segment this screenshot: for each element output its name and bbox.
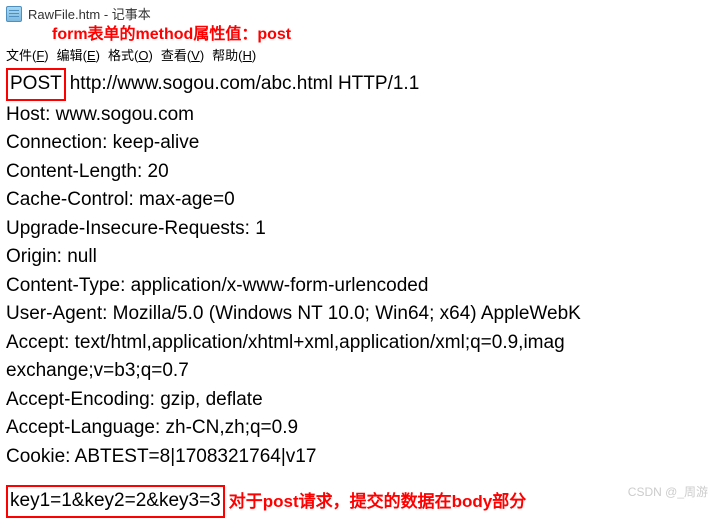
header-line: Content-Type: application/x-www-form-url… xyxy=(6,272,710,301)
header-line: Cache-Control: max-age=0 xyxy=(6,186,710,215)
body-annotation: 对于post请求，提交的数据在body部分 xyxy=(229,489,527,515)
header-line: User-Agent: Mozilla/5.0 (Windows NT 10.0… xyxy=(6,300,710,329)
header-line: exchange;v=b3;q=0.7 xyxy=(6,357,710,386)
menu-edit[interactable]: 编辑(E) xyxy=(57,45,100,64)
menubar: 文件(F) 编辑(E) 格式(O) 查看(V) 帮助(H) xyxy=(0,43,716,66)
header-line: Origin: null xyxy=(6,243,710,272)
header-line: Host: www.sogou.com xyxy=(6,101,710,130)
menu-help[interactable]: 帮助(H) xyxy=(212,45,256,64)
header-line: Content-Length: 20 xyxy=(6,158,710,187)
header-line: Cookie: ABTEST=8|1708321764|v17 xyxy=(6,443,710,472)
header-line: Accept: text/html,application/xhtml+xml,… xyxy=(6,329,710,358)
request-line: POST http://www.sogou.com/abc.html HTTP/… xyxy=(6,68,710,101)
header-line: Connection: keep-alive xyxy=(6,129,710,158)
request-body-box: key1=1&key2=2&key3=3 xyxy=(6,485,225,518)
http-method-box: POST xyxy=(6,68,66,101)
header-line: Upgrade-Insecure-Requests: 1 xyxy=(6,215,710,244)
header-line: Accept-Encoding: gzip, deflate xyxy=(6,386,710,415)
header-line: Accept-Language: zh-CN,zh;q=0.9 xyxy=(6,414,710,443)
menu-file[interactable]: 文件(F) xyxy=(6,45,49,64)
method-annotation: form表单的method属性值：post xyxy=(52,20,291,44)
menu-format[interactable]: 格式(O) xyxy=(108,45,153,64)
text-content[interactable]: POST http://www.sogou.com/abc.html HTTP/… xyxy=(0,66,716,520)
body-line: key1=1&key2=2&key3=3 对于post请求，提交的数据在body… xyxy=(6,485,710,518)
menu-view[interactable]: 查看(V) xyxy=(161,45,204,64)
request-url: http://www.sogou.com/abc.html HTTP/1.1 xyxy=(70,70,420,99)
notepad-icon xyxy=(6,6,22,22)
watermark: CSDN @_周游 xyxy=(628,483,708,500)
